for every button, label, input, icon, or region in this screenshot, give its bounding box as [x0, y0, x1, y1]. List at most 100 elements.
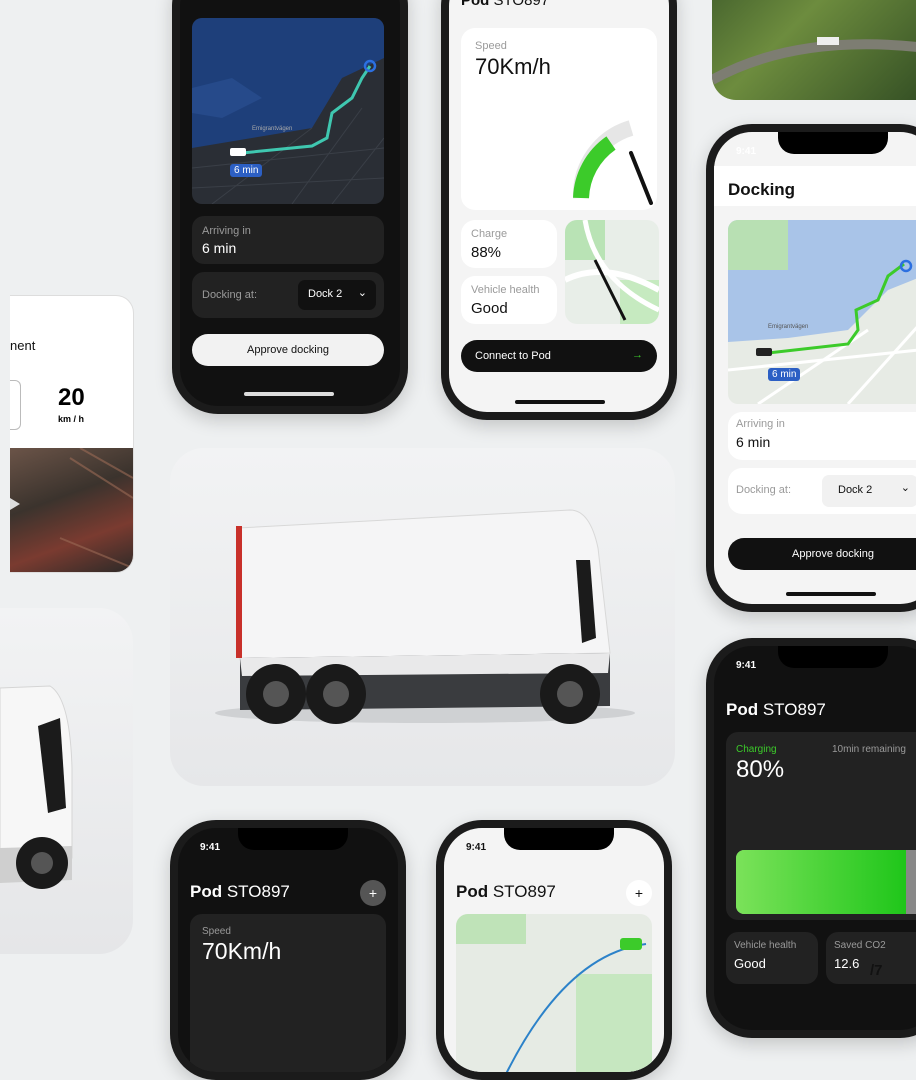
connect-to-pod-label: Connect to Pod — [475, 350, 551, 362]
co2-value: 12.6 — [834, 956, 860, 971]
navigation-street-label: Emigrantvägen — [252, 126, 293, 132]
docking-eta-badge: 6 min — [768, 368, 801, 381]
pod-vehicle-illustration — [215, 509, 635, 724]
bottom-light-screen: 9:41 Pod STO897 + — [444, 828, 664, 1072]
add-button[interactable]: + — [360, 880, 386, 906]
arrow-right-icon: → — [632, 349, 643, 361]
bottom-light-map — [456, 914, 652, 1072]
docking-title: Docking — [728, 180, 796, 199]
health-card: Vehicle health Good — [461, 276, 557, 324]
notch — [778, 646, 888, 668]
arriving-card: Arriving in 6 min — [192, 216, 384, 264]
charging-screen: 9:41 Pod STO897 + Charging 10min remaini… — [714, 646, 916, 1030]
mini-map-graphic — [565, 220, 659, 324]
approve-docking-label: Approve docking — [247, 344, 329, 356]
speed-widget-unit: km / h — [58, 414, 85, 424]
charge-card: Charge 88% — [461, 220, 557, 268]
docking-map: Emigrantvägen 6 min — [728, 220, 916, 404]
charging-pod-title-bold: Pod — [726, 700, 759, 719]
speed-gauge — [572, 120, 653, 205]
phone-navigation: Emigrantvägen 6 min Arriving in 6 min Do… — [172, 0, 408, 414]
pod-title-id: STO897 — [493, 0, 550, 9]
docking-header: Docking × — [714, 166, 916, 206]
container-yard-photo — [10, 447, 133, 572]
speed-widget-title: nent — [10, 338, 36, 353]
charging-health-value: Good — [734, 956, 766, 971]
co2-label: Saved CO2 — [834, 940, 886, 951]
charge-bar-fill — [736, 850, 906, 914]
phone-charging: 9:41 Pod STO897 + Charging 10min remaini… — [706, 638, 916, 1038]
mini-map — [565, 220, 659, 324]
bottom-dark-pod-title-bold: Pod — [190, 882, 223, 901]
docking-approve-button[interactable]: Approve docking — [728, 538, 916, 570]
charging-remaining: 10min remaining — [832, 744, 906, 755]
docking-screen: 9:41 Docking × Emigrantvägen 6 min Arriv… — [714, 132, 916, 604]
pod-front-illustration — [0, 685, 73, 889]
docking-arriving-card: Arriving in 6 min — [728, 412, 916, 460]
page-marker: /7 — [870, 962, 883, 979]
phone-speed: Pod STO897 Speed 70Km/h Charge 88% Vehic… — [441, 0, 677, 420]
container-yard-graphic — [10, 447, 133, 569]
pod-title-bold: Pod — [461, 0, 490, 9]
docking-street-label: Emigrantvägen — [768, 324, 809, 330]
arriving-value: 6 min — [202, 240, 237, 256]
bottom-dark-screen: 9:41 Pod STO897 + Speed 70Km/h — [178, 828, 398, 1072]
approve-docking-button[interactable]: Approve docking — [192, 334, 384, 366]
phone-bottom-light: 9:41 Pod STO897 + — [436, 820, 672, 1080]
charge-label: Charge — [471, 228, 508, 240]
docking-approve-label: Approve docking — [792, 548, 874, 560]
speed-widget-box — [10, 380, 21, 430]
charging-card: Charging 10min remaining 80% — [726, 732, 916, 920]
bottom-dark-pod-title: Pod STO897 — [190, 882, 290, 902]
status-time: 9:41 — [736, 146, 757, 157]
docking-at-row: Docking at: Dock 2 ⌄ — [728, 468, 916, 514]
health-label: Vehicle health — [471, 284, 540, 296]
charging-pod-title: Pod STO897 — [726, 700, 826, 720]
charging-health-label: Vehicle health — [734, 940, 797, 951]
bottom-light-pod-title-id: STO897 — [492, 882, 556, 901]
arriving-label: Arriving in — [202, 225, 251, 237]
aerial-road-graphic — [712, 37, 916, 85]
bottom-dark-speed-label: Speed — [202, 926, 231, 937]
charging-value: 80% — [736, 756, 785, 783]
docking-label: Docking at: — [202, 289, 258, 301]
docking-arriving-value: 6 min — [736, 434, 771, 450]
pod-vehicle-tile — [170, 448, 675, 786]
chevron-down-icon: ⌄ — [357, 287, 367, 299]
dock-select-value: Dock 2 — [308, 288, 343, 300]
home-indicator — [786, 592, 876, 596]
bottom-dark-speed-value: 70Km/h — [202, 938, 282, 964]
docking-dock-select[interactable]: Dock 2 ⌄ — [822, 475, 916, 507]
add-button[interactable]: + — [626, 880, 652, 906]
speed-widget-value: 20 — [58, 384, 85, 411]
docking-map-graphic — [728, 220, 916, 404]
status-time: 9:41 — [200, 842, 221, 853]
charge-bar — [736, 850, 916, 914]
health-value: Good — [471, 300, 508, 317]
phone-docking: 9:41 Docking × Emigrantvägen 6 min Arriv… — [706, 124, 916, 612]
navigation-map-graphic — [192, 18, 384, 204]
notch — [504, 828, 614, 850]
bottom-light-map-graphic — [456, 914, 652, 1072]
bottom-dark-speed-card: Speed 70Km/h — [190, 914, 386, 1072]
home-indicator — [515, 400, 605, 404]
home-indicator — [244, 392, 334, 396]
navigation-eta-badge: 6 min — [230, 164, 263, 177]
connect-to-pod-button[interactable]: Connect to Pod → — [461, 340, 657, 372]
docking-at-label: Docking at: — [736, 484, 792, 496]
navigation-map: Emigrantvägen 6 min — [192, 18, 384, 204]
charging-label: Charging — [736, 744, 777, 755]
charge-value: 88% — [471, 244, 502, 261]
bottom-dark-pod-title-id: STO897 — [226, 882, 290, 901]
aerial-road-photo — [712, 0, 916, 100]
docking-row: Docking at: Dock 2 ⌄ — [192, 272, 384, 318]
pod-title: Pod STO897 — [461, 0, 549, 9]
docking-dock-value: Dock 2 — [838, 484, 873, 496]
bottom-light-pod-title-bold: Pod — [456, 882, 489, 901]
dock-select[interactable]: Dock 2 ⌄ — [298, 280, 376, 310]
bottom-light-pod-title: Pod STO897 — [456, 882, 556, 902]
speed-screen: Pod STO897 Speed 70Km/h Charge 88% Vehic… — [449, 0, 669, 412]
speed-card: Speed 70Km/h — [461, 28, 657, 210]
charging-pod-title-id: STO897 — [762, 700, 826, 719]
charging-health-card: Vehicle health Good — [726, 932, 818, 984]
